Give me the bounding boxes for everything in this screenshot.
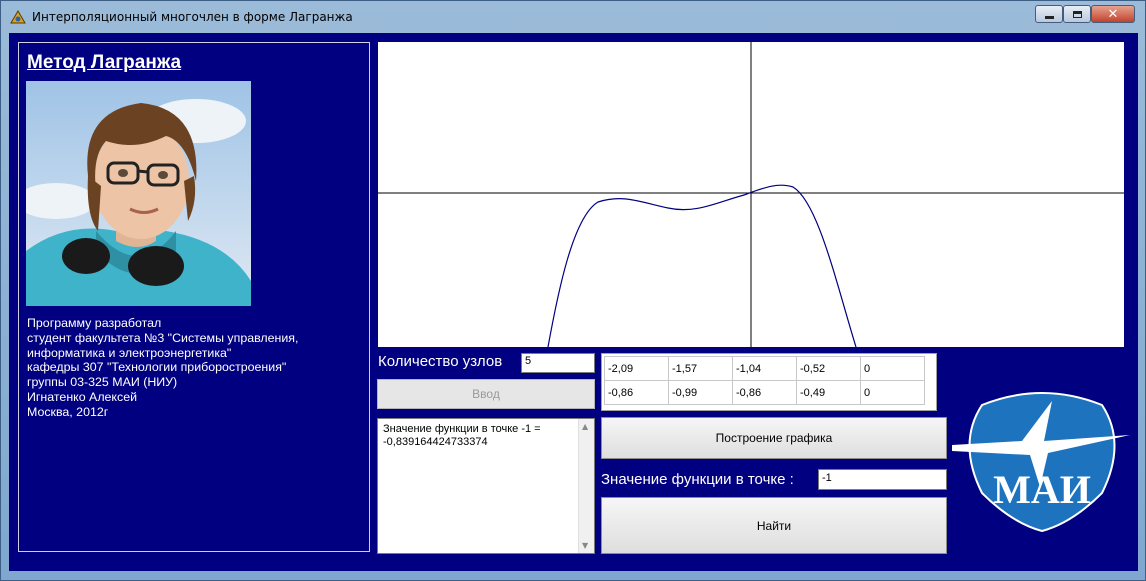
- window-title: Интерполяционный многочлен в форме Лагра…: [32, 10, 353, 24]
- grid-cell[interactable]: 0: [860, 356, 925, 381]
- credit-line: кафедры 307 "Технологии приборостроения": [27, 360, 287, 375]
- nodes-count-input[interactable]: 5: [521, 353, 595, 373]
- result-text: Значение функции в точке -1 = -0,8391644…: [383, 423, 541, 448]
- minimize-button[interactable]: [1035, 5, 1063, 23]
- author-credits: Программу разработал студент факультета …: [27, 316, 367, 420]
- plot-graph-button[interactable]: Построение графика: [601, 417, 947, 459]
- grid-cell[interactable]: -0,99: [668, 380, 733, 405]
- close-button[interactable]: ✕: [1091, 5, 1135, 23]
- author-info-panel: Метод Лагранжа Программу разработал студ…: [18, 42, 370, 552]
- find-button[interactable]: Найти: [601, 497, 947, 554]
- method-title: Метод Лагранжа: [27, 52, 182, 73]
- result-memo[interactable]: Значение функции в точке -1 = -0,8391644…: [377, 418, 595, 554]
- enter-button[interactable]: Ввод: [377, 379, 595, 409]
- logo-text: МАИ: [993, 467, 1091, 512]
- result-scrollbar[interactable]: ▲ ▼: [578, 419, 594, 553]
- maximize-button[interactable]: [1063, 5, 1091, 23]
- author-photo: [26, 81, 251, 306]
- title-bar[interactable]: Интерполяционный многочлен в форме Лагра…: [1, 1, 1145, 33]
- grid-cell[interactable]: -0,52: [796, 356, 861, 381]
- credit-line: информатика и электроэнергетика": [27, 345, 232, 360]
- grid-cell[interactable]: -2,09: [604, 356, 669, 381]
- table-row: -2,09 -1,57 -1,04 -0,52 0: [604, 356, 925, 381]
- credit-line: студент факультета №3 "Системы управлени…: [27, 330, 299, 345]
- grid-cell[interactable]: 0: [860, 380, 925, 405]
- mai-logo: МАИ: [952, 383, 1132, 533]
- grid-cell[interactable]: -0,86: [732, 380, 797, 405]
- maximize-icon: [1072, 10, 1082, 18]
- minimize-icon: [1044, 15, 1054, 19]
- scroll-down-icon[interactable]: ▼: [582, 541, 588, 550]
- point-input[interactable]: -1: [818, 469, 947, 490]
- grid-cell[interactable]: -0,49: [796, 380, 861, 405]
- interpolation-curve: [547, 184, 857, 347]
- credit-line: Москва, 2012г: [27, 404, 109, 419]
- table-row: -0,86 -0,99 -0,86 -0,49 0: [604, 380, 925, 405]
- client-area: Метод Лагранжа Программу разработал студ…: [9, 33, 1138, 571]
- credit-line: Игнатенко Алексей: [27, 389, 138, 404]
- grid-cell[interactable]: -0,86: [604, 380, 669, 405]
- close-icon: ✕: [1107, 6, 1119, 22]
- grid-cell[interactable]: -1,04: [732, 356, 797, 381]
- delphi-app-icon: [9, 9, 27, 25]
- nodes-count-label: Количество узлов: [378, 353, 503, 370]
- client-bottom-fill: [9, 561, 1138, 571]
- credit-line: Программу разработал: [27, 316, 162, 330]
- nodes-grid[interactable]: -2,09 -1,57 -1,04 -0,52 0 -0,86 -0,99 -0…: [601, 353, 937, 411]
- main-window: Интерполяционный многочлен в форме Лагра…: [0, 0, 1146, 581]
- grid-cell[interactable]: -1,57: [668, 356, 733, 381]
- scroll-up-icon[interactable]: ▲: [582, 422, 588, 431]
- graph-canvas: [378, 42, 1124, 347]
- credit-line: группы 03-325 МАИ (НИУ): [27, 375, 178, 390]
- function-value-label: Значение функции в точке :: [601, 471, 794, 488]
